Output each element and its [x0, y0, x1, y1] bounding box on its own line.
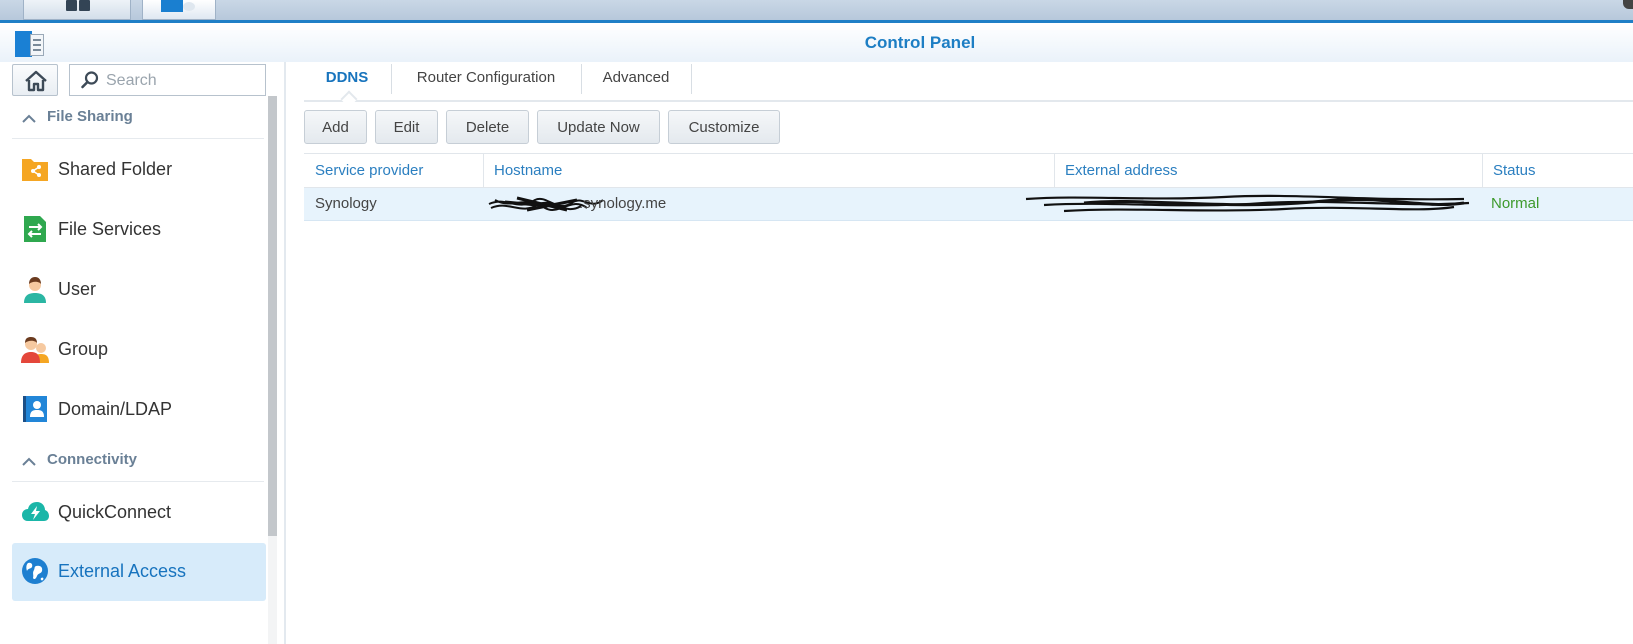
sidebar-item-external-access[interactable]: External Access: [12, 543, 266, 601]
group-icon: [21, 337, 49, 363]
column-header-external-address[interactable]: External address: [1054, 154, 1482, 187]
control-panel-task-icon: [161, 0, 183, 12]
section-label: File Sharing: [47, 108, 133, 125]
sidebar-item-label: Domain/LDAP: [58, 399, 173, 419]
section-label: Connectivity: [47, 451, 138, 468]
tab-separator: [691, 64, 692, 94]
quickconnect-icon: [22, 502, 49, 521]
edit-button[interactable]: Edit: [375, 110, 438, 144]
cell-service-provider: Synology: [315, 195, 377, 212]
column-header-status[interactable]: Status: [1482, 154, 1633, 187]
hostname-domain-text: .synology.me: [579, 195, 667, 212]
ddns-table: Service provider Hostname External addre…: [304, 154, 1633, 221]
globe-icon: [22, 558, 48, 584]
update-now-button[interactable]: Update Now: [537, 110, 660, 144]
chevron-up-icon: [22, 114, 36, 123]
search-icon: [81, 71, 99, 89]
domain-ldap-icon: [23, 396, 47, 422]
cell-external-address: [1024, 188, 1484, 220]
sidebar-scrollbar-track[interactable]: [268, 536, 277, 644]
title-bar: Control Panel: [0, 23, 1633, 62]
chevron-up-icon: [22, 457, 36, 466]
main-menu-icon: [66, 0, 90, 11]
customize-button[interactable]: Customize: [668, 110, 780, 144]
sidebar-item-user[interactable]: User: [12, 261, 266, 319]
section-file-sharing[interactable]: File Sharing: [12, 97, 264, 139]
search-box[interactable]: [69, 64, 266, 96]
sidebar-scrollbar[interactable]: [268, 96, 277, 536]
tab-router-configuration[interactable]: Router Configuration: [392, 62, 580, 100]
cell-status: Normal: [1491, 195, 1540, 212]
sidebar-divider: [284, 62, 286, 644]
user-icon: [24, 277, 46, 303]
delete-button[interactable]: Delete: [446, 110, 529, 144]
sidebar-item-label: Group: [58, 339, 109, 359]
search-input[interactable]: [106, 71, 256, 91]
home-icon: [25, 70, 47, 92]
tab-strip: DDNS Router Configuration Advanced: [304, 62, 1633, 108]
sidebar: File Sharing Shared Folder File Services…: [0, 62, 285, 644]
taskbar: [0, 0, 1633, 20]
taskbar-edge: [1623, 0, 1633, 9]
shared-folder-icon: [22, 159, 48, 181]
add-button[interactable]: Add: [304, 110, 367, 144]
tab-advanced[interactable]: Advanced: [582, 62, 690, 100]
main-menu-button[interactable]: [23, 0, 131, 20]
sidebar-item-group[interactable]: Group: [12, 321, 266, 379]
sidebar-item-label: QuickConnect: [58, 502, 172, 522]
control-panel-task-icon-detail: [183, 2, 195, 11]
section-connectivity[interactable]: Connectivity: [12, 440, 264, 482]
sidebar-item-file-services[interactable]: File Services: [12, 201, 266, 259]
sidebar-item-label: External Access: [58, 561, 187, 581]
table-header: Service provider Hostname External addre…: [304, 154, 1633, 188]
column-header-service-provider[interactable]: Service provider: [304, 154, 483, 187]
sidebar-item-domain-ldap[interactable]: Domain/LDAP: [12, 381, 266, 439]
table-row[interactable]: Synology .synology.me Normal: [304, 188, 1633, 221]
sidebar-item-shared-folder[interactable]: Shared Folder: [12, 141, 266, 199]
window-title: Control Panel: [864, 33, 976, 52]
home-button[interactable]: [12, 64, 58, 96]
sidebar-item-label: Shared Folder: [58, 159, 173, 179]
sidebar-item-quickconnect[interactable]: QuickConnect: [12, 484, 266, 542]
column-header-hostname[interactable]: Hostname: [483, 154, 1054, 187]
file-services-icon: [24, 216, 46, 242]
control-panel-task-button[interactable]: [142, 0, 216, 20]
redaction-scribble: [1025, 194, 1470, 213]
sidebar-item-label: User: [58, 279, 97, 299]
sidebar-item-label: File Services: [58, 219, 162, 239]
cell-hostname: .synology.me: [483, 188, 1054, 220]
